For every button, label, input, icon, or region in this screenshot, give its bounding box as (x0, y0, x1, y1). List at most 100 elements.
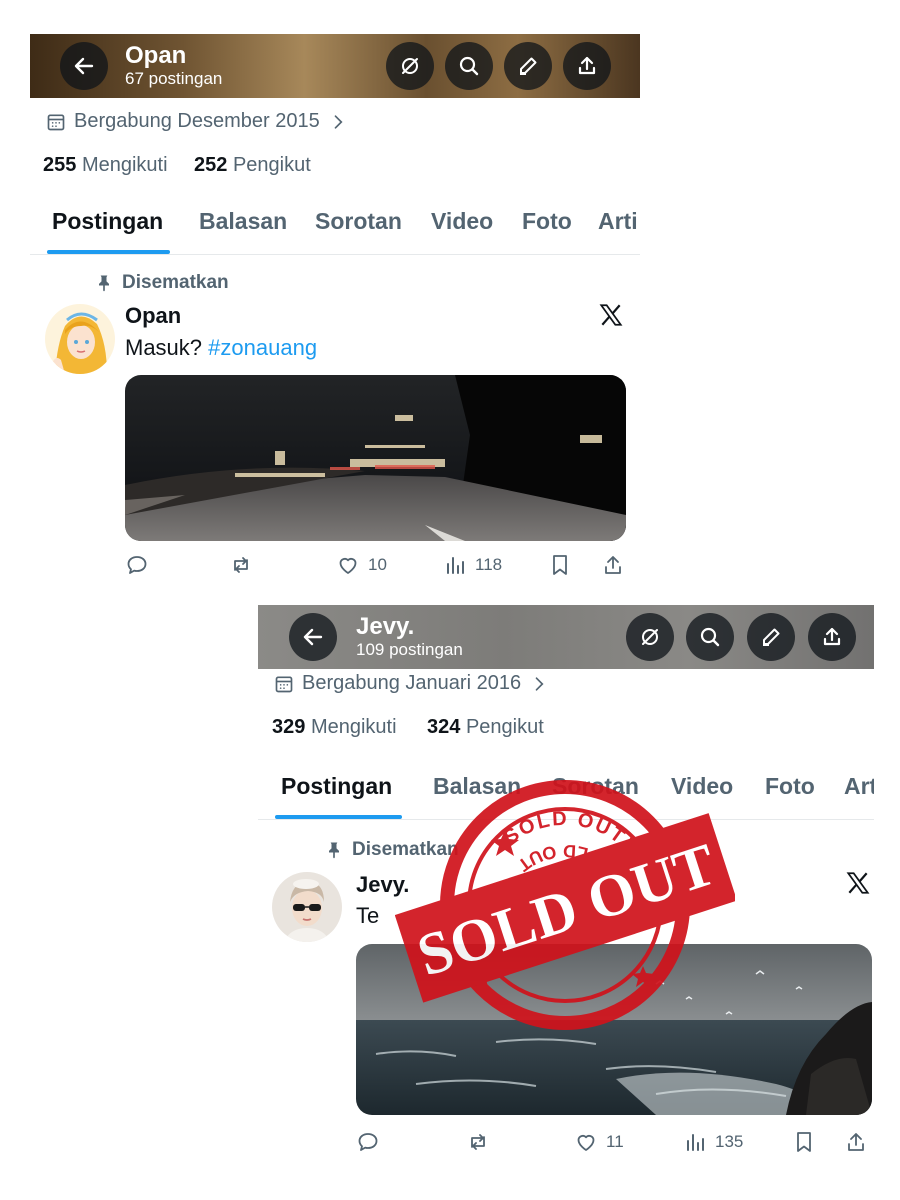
pin-icon (99, 275, 109, 292)
post-author[interactable]: Opan (125, 303, 181, 329)
pencil-icon (520, 57, 537, 75)
profile-header: Jevy. 109 postingan (258, 605, 874, 669)
share-button[interactable] (808, 613, 856, 661)
active-tab-indicator (47, 250, 170, 254)
share-icon (605, 556, 621, 574)
share-button[interactable] (563, 42, 611, 90)
back-arrow-icon (303, 628, 323, 646)
reply-button[interactable] (125, 553, 149, 577)
reply-button[interactable] (356, 1130, 380, 1154)
profile-name: Jevy. (356, 613, 415, 640)
profile-name: Opan (125, 42, 187, 69)
bookmark-button[interactable] (548, 553, 572, 577)
grok-button[interactable] (386, 42, 434, 90)
tab-artikel[interactable]: Art (844, 773, 874, 800)
post-author[interactable]: Jevy. (356, 872, 409, 898)
views-button[interactable]: 118 (443, 553, 502, 577)
following-stat[interactable]: 329 Mengikuti (272, 716, 397, 739)
tab-postingan[interactable]: Postingan (281, 773, 392, 800)
joined-text: Bergabung Desember 2015 (74, 110, 320, 132)
tab-balasan[interactable]: Balasan (433, 773, 521, 800)
avatar-image (45, 304, 115, 374)
like-button[interactable]: 11 (574, 1130, 624, 1154)
tab-postingan[interactable]: Postingan (52, 208, 163, 235)
joined-date: Bergabung Januari 2016 (274, 672, 549, 695)
repost-button[interactable] (229, 553, 253, 577)
tab-artikel[interactable]: Arti (598, 208, 638, 235)
grok-icon (402, 58, 418, 74)
followers-label: Pengikut (465, 716, 544, 738)
chevron-right-icon[interactable] (529, 674, 549, 694)
tab-foto[interactable]: Foto (522, 208, 572, 235)
followers-count: 324 (427, 716, 461, 738)
calendar-icon (275, 676, 293, 692)
share-icon (823, 627, 841, 646)
post-text-body: Masuk? (125, 335, 203, 360)
bookmark-button[interactable] (792, 1130, 816, 1154)
heart-icon (577, 1134, 595, 1151)
profile-card-jevy: Jevy. 109 postingan Bergabung Januari 20… (258, 605, 874, 1185)
tab-sorotan[interactable]: Sorotan (315, 208, 402, 235)
view-count: 118 (475, 555, 503, 574)
followers-stat[interactable]: 252 Pengikut (194, 154, 311, 177)
bookmark-icon (553, 555, 567, 575)
edit-button[interactable] (747, 613, 795, 661)
tab-balasan[interactable]: Balasan (199, 208, 287, 235)
followers-stat[interactable]: 324 Pengikut (427, 716, 544, 739)
pencil-icon (763, 628, 780, 646)
following-label: Mengikuti (310, 716, 397, 738)
following-stat[interactable]: 255 Mengikuti (43, 154, 168, 177)
hashtag-link[interactable]: #zonauang (208, 335, 317, 360)
repost-button[interactable] (466, 1130, 490, 1154)
following-count: 329 (272, 716, 306, 738)
avatar-image (272, 872, 342, 942)
following-label: Mengikuti (81, 154, 168, 176)
repost-icon (234, 557, 248, 573)
reply-icon (127, 556, 147, 574)
view-count: 135 (715, 1132, 744, 1151)
profile-card-opan: Opan 67 postingan Bergabung Desember 201… (30, 34, 640, 594)
heart-icon (339, 557, 357, 574)
back-button[interactable] (289, 613, 337, 661)
pinned-label: Disematkan (122, 272, 229, 293)
post-text: Te (356, 903, 380, 928)
like-count: 11 (606, 1132, 624, 1151)
profile-header: Opan 67 postingan (30, 34, 640, 98)
post-media-sea[interactable] (356, 944, 872, 1115)
post-text: Masuk? #zonauang (125, 335, 317, 361)
night-road-photo (125, 375, 626, 541)
tab-video[interactable]: Video (431, 208, 493, 235)
like-button[interactable]: 10 (336, 553, 387, 577)
grok-button[interactable] (626, 613, 674, 661)
x-logo-icon (599, 304, 623, 326)
share-icon (848, 1133, 864, 1151)
share-post-button[interactable] (601, 553, 625, 577)
avatar[interactable] (45, 304, 115, 374)
share-icon (578, 56, 596, 75)
post-media-night-road[interactable] (125, 375, 626, 541)
avatar[interactable] (272, 872, 342, 942)
pinned-indicator: Disematkan (324, 839, 459, 861)
tab-sorotan[interactable]: Sorotan (552, 773, 639, 800)
joined-date: Bergabung Desember 2015 (46, 110, 348, 133)
pinned-indicator: Disematkan (94, 272, 229, 294)
bookmark-icon (797, 1132, 811, 1152)
search-icon (459, 56, 479, 76)
profile-tabs: Postingan Balasan Sorotan Video Foto Art… (30, 194, 640, 255)
back-button[interactable] (60, 42, 108, 90)
post-actions: 11 135 (356, 1130, 872, 1160)
post-count: 67 postingan (125, 69, 223, 88)
share-post-button[interactable] (844, 1130, 868, 1154)
followers-label: Pengikut (232, 154, 311, 176)
post-actions: 10 118 (125, 553, 626, 583)
tab-foto[interactable]: Foto (765, 773, 815, 800)
views-chart-icon (687, 1134, 704, 1151)
calendar-icon (47, 114, 65, 130)
edit-button[interactable] (504, 42, 552, 90)
tab-video[interactable]: Video (671, 773, 733, 800)
chevron-right-icon[interactable] (328, 112, 348, 132)
search-button[interactable] (686, 613, 734, 661)
stormy-sea-photo (356, 944, 872, 1115)
search-button[interactable] (445, 42, 493, 90)
views-button[interactable]: 135 (683, 1130, 743, 1154)
